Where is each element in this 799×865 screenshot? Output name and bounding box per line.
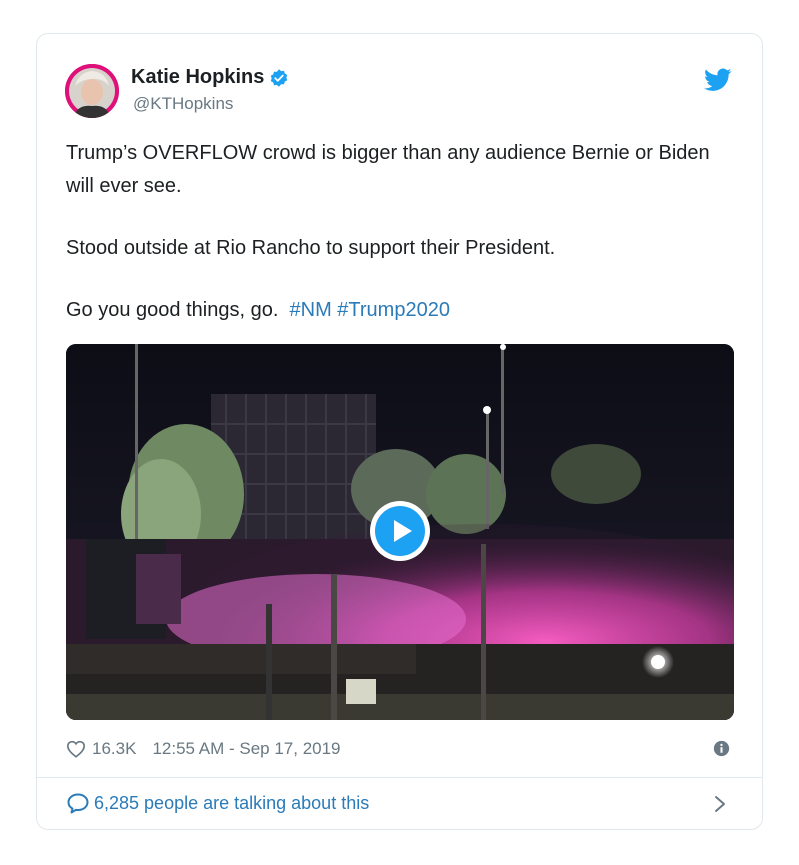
twitter-bird-icon[interactable] — [704, 68, 732, 92]
footer-divider — [37, 777, 762, 778]
conversation-count-label[interactable]: 6,285 people are talking about this — [94, 793, 369, 814]
heart-icon[interactable] — [66, 740, 86, 758]
like-count[interactable]: 16.3K — [92, 739, 136, 759]
author-name-row[interactable]: Katie Hopkins — [131, 66, 289, 89]
avatar[interactable] — [65, 64, 119, 118]
tweet-line-3-text: Go you good things, go. — [66, 299, 279, 321]
comment-bubble-icon — [66, 792, 90, 814]
video-thumbnail[interactable] — [66, 344, 734, 720]
hashtag-trump2020[interactable]: #Trump2020 — [337, 299, 450, 321]
tweet-meta: 16.3K 12:55 AM - Sep 17, 2019 — [66, 737, 734, 761]
play-button[interactable] — [370, 501, 430, 561]
info-icon[interactable] — [713, 740, 730, 757]
author-handle[interactable]: @KTHopkins — [133, 94, 233, 114]
play-icon — [394, 520, 412, 542]
tweet-line-2: Stood outside at Rio Rancho to support t… — [66, 237, 556, 259]
author-display-name[interactable]: Katie Hopkins — [131, 66, 264, 89]
hashtag-nm[interactable]: #NM — [290, 299, 332, 321]
profile-photo-icon — [65, 64, 119, 118]
tweet-line-1: Trump’s OVERFLOW crowd is bigger than an… — [66, 142, 710, 197]
chevron-right-icon[interactable] — [714, 795, 726, 813]
tweet-text: Trump’s OVERFLOW crowd is bigger than an… — [66, 137, 736, 327]
conversation-link[interactable]: 6,285 people are talking about this — [66, 792, 369, 814]
tweet-line-3: Go you good things, go. #NM #Trump2020 — [66, 294, 736, 327]
tweet-card[interactable]: Katie Hopkins @KTHopkins Trump’s OVERFLO… — [36, 33, 763, 830]
verified-badge-icon — [269, 68, 289, 88]
timestamp[interactable]: 12:55 AM - Sep 17, 2019 — [152, 739, 340, 759]
